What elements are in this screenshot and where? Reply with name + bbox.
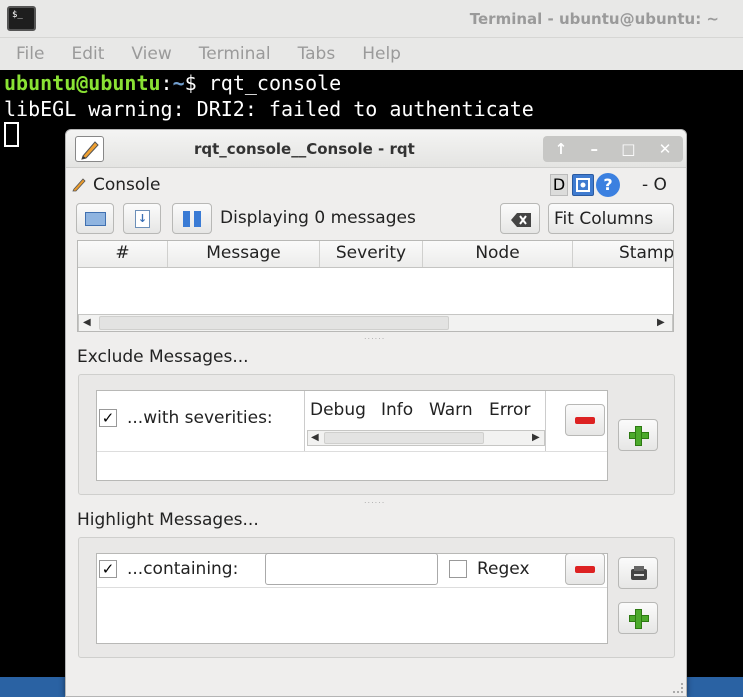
fit-columns-label: Fit Columns (554, 209, 654, 229)
severity-list[interactable]: Debug Info Warn Error ◀ ▶ (304, 391, 546, 451)
remove-icon (575, 417, 595, 424)
displaying-count: Displaying 0 messages (220, 208, 416, 228)
clear-button[interactable] (500, 203, 540, 234)
terminal-icon: $_ (7, 6, 36, 31)
scroll-right-arrow[interactable]: ▶ (657, 317, 665, 328)
exclude-groupbox: ✓ ...with severities: Debug Info Warn Er… (78, 374, 675, 495)
highlight-contains-checkbox[interactable]: ✓ (99, 560, 117, 578)
save-filters-button[interactable] (618, 557, 658, 589)
splitter-handle[interactable]: ...... (364, 332, 385, 341)
severity-scroll-left[interactable]: ◀ (311, 432, 319, 443)
menu-help[interactable]: Help (362, 44, 401, 64)
exclude-severity-label: ...with severities: (127, 408, 273, 428)
remove-highlight-button[interactable] (565, 553, 605, 585)
text-cursor (4, 122, 19, 147)
prompt-path: ~ (172, 71, 185, 95)
prompt-line: ubuntu@ubuntu:~$ rqt_console (4, 70, 743, 96)
save-icon: ↓ (135, 210, 150, 228)
remove-exclude-button[interactable] (565, 404, 605, 436)
rqt-titlebar[interactable]: rqt_console__Console - rqt ↑ – □ ✕ (66, 130, 686, 168)
regex-checkbox[interactable] (449, 560, 467, 578)
terminal-title: Terminal - ubuntu@ubuntu: ~ (469, 10, 719, 28)
open-folder-icon (85, 212, 106, 226)
severity-debug[interactable]: Debug (310, 400, 366, 420)
exclude-filter-list: ✓ ...with severities: Debug Info Warn Er… (96, 390, 608, 481)
help-icon[interactable]: ? (596, 173, 620, 197)
scroll-left-arrow[interactable]: ◀ (83, 317, 91, 328)
regex-label: Regex (477, 559, 530, 579)
add-highlight-button[interactable] (618, 602, 658, 634)
prompt-user: ubuntu@ubuntu (4, 71, 161, 95)
rqt-window-title: rqt_console__Console - rqt (194, 140, 415, 158)
plugin-d-label: D (552, 175, 566, 194)
save-filter-icon (630, 566, 648, 582)
exclude-severity-checkbox[interactable]: ✓ (99, 409, 117, 427)
highlight-section-label: Highlight Messages... (77, 510, 259, 530)
table-header: # Message Severity Node Stamp (78, 241, 673, 268)
column-header-severity[interactable]: Severity (320, 241, 423, 267)
settings-icon[interactable] (572, 174, 594, 196)
output-line: libEGL warning: DRI2: failed to authenti… (4, 97, 534, 121)
fit-columns-button[interactable]: Fit Columns (548, 203, 674, 234)
pencil-icon (75, 136, 104, 162)
highlight-groupbox: ✓ ...containing: Regex (78, 537, 675, 658)
pause-button[interactable] (172, 203, 212, 234)
messages-table[interactable]: # Message Severity Node Stamp ◀ ▶ (77, 240, 674, 332)
severity-scrollbar[interactable]: ◀ ▶ (307, 430, 545, 446)
plugin-title: Console (93, 175, 161, 195)
keep-above-button[interactable]: ↑ (555, 140, 568, 158)
exclude-divider (97, 451, 607, 452)
severity-scroll-right[interactable]: ▶ (532, 432, 540, 443)
highlight-contains-label: ...containing: (127, 559, 239, 579)
plugin-pencil-icon (72, 176, 88, 192)
scroll-thumb[interactable] (99, 316, 449, 330)
open-button[interactable] (76, 203, 114, 234)
minimize-button[interactable]: – (591, 140, 599, 158)
add-exclude-button[interactable] (618, 419, 658, 451)
menu-view[interactable]: View (131, 44, 171, 64)
highlight-filter-list: ✓ ...containing: Regex (96, 553, 608, 644)
severity-scroll-thumb[interactable] (324, 432, 484, 444)
plugin-close-controls[interactable]: - O (642, 175, 667, 195)
close-button[interactable]: ✕ (659, 140, 672, 158)
menu-terminal[interactable]: Terminal (199, 44, 271, 64)
severity-error[interactable]: Error (489, 400, 530, 420)
column-header-message[interactable]: Message (168, 241, 320, 267)
column-header-stamp[interactable]: Stamp (573, 241, 673, 267)
prompt-separator: : (160, 71, 173, 95)
menu-tabs[interactable]: Tabs (298, 44, 336, 64)
save-button[interactable]: ↓ (123, 203, 161, 234)
maximize-button[interactable]: □ (621, 140, 635, 158)
exclude-section-label: Exclude Messages... (77, 347, 249, 367)
remove-icon-2 (575, 566, 595, 573)
menu-edit[interactable]: Edit (71, 44, 104, 64)
resize-grip[interactable] (673, 683, 683, 693)
clear-icon (511, 212, 531, 227)
terminal-titlebar[interactable]: $_ Terminal - ubuntu@ubuntu: ~ (0, 0, 743, 38)
window-controls: ↑ – □ ✕ (543, 136, 683, 162)
highlight-text-input[interactable] (265, 553, 438, 585)
terminal-menubar: File Edit View Terminal Tabs Help (0, 38, 743, 70)
column-header-number[interactable]: # (78, 241, 168, 267)
table-horizontal-scrollbar[interactable]: ◀ ▶ (78, 314, 673, 331)
menu-file[interactable]: File (16, 44, 44, 64)
rqt-console-window: rqt_console__Console - rqt ↑ – □ ✕ Conso… (65, 129, 687, 697)
command-text: rqt_console (208, 71, 342, 95)
severity-info[interactable]: Info (381, 400, 413, 420)
prompt-symbol: $ (184, 71, 209, 95)
highlight-divider (97, 587, 607, 588)
severity-warn[interactable]: Warn (429, 400, 473, 420)
plugin-d-button[interactable]: D (550, 174, 568, 196)
column-header-node[interactable]: Node (423, 241, 573, 267)
splitter-handle-2[interactable]: ...... (364, 496, 385, 505)
pause-icon (183, 211, 203, 227)
